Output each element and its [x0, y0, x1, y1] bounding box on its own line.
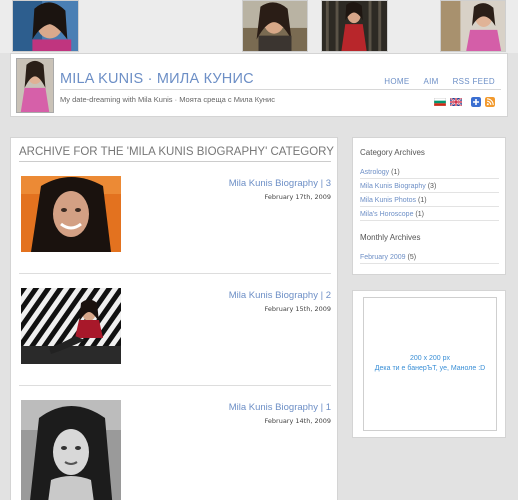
post-date: February 15th, 2009: [264, 305, 331, 313]
category-link[interactable]: Mila Kunis Biography: [360, 183, 426, 190]
banner-placeholder[interactable]: 200 x 200 px Дека ти е банерЪТ, уе, Мано…: [363, 297, 497, 431]
share-plus-icon[interactable]: [471, 97, 481, 107]
category-item-photos[interactable]: Mila Kunis Photos (1): [360, 197, 499, 207]
nav-aim[interactable]: AIM: [423, 77, 438, 86]
category-count: (3): [427, 183, 437, 190]
heading-divider: [19, 161, 331, 162]
main-nav: HOME AIM RSS FEED: [384, 77, 495, 86]
post-item: Mila Kunis Biography | 3 February 17th, …: [19, 176, 331, 274]
header-photo-1: [12, 0, 79, 52]
photo-strip: [0, 0, 518, 53]
nav-rss-feed[interactable]: RSS FEED: [453, 77, 495, 86]
category-count: (1): [417, 197, 427, 204]
bulgarian-flag-icon[interactable]: [434, 98, 446, 106]
post-thumbnail[interactable]: [21, 176, 121, 252]
post-divider: [19, 273, 331, 274]
site-tagline: My date-dreaming with Mila Kunis · Моята…: [60, 95, 275, 104]
post-item: Mila Kunis Biography | 1 February 14th, …: [19, 400, 331, 500]
month-count: (5): [407, 254, 417, 261]
category-item-horoscope[interactable]: Mila's Horoscope (1): [360, 211, 499, 221]
post-thumbnail[interactable]: [21, 400, 121, 500]
main-content: ARCHIVE FOR THE 'MILA KUNIS BIOGRAPHY' C…: [10, 137, 338, 500]
post-thumbnail[interactable]: [21, 288, 121, 364]
banner-text: Дека ти е банерЪТ, уе, Маноле :D: [374, 365, 486, 372]
category-link[interactable]: Astrology: [360, 169, 389, 176]
rss-icon[interactable]: [485, 97, 495, 107]
site-title[interactable]: MILA KUNIS · МИЛА КУНИС: [60, 71, 254, 87]
category-count: (1): [415, 211, 424, 218]
post-title-link[interactable]: Mila Kunis Biography | 3: [229, 178, 331, 189]
header-avatar: [16, 58, 54, 113]
category-item-astrology[interactable]: Astrology (1): [360, 169, 499, 179]
archives-widget: Category Archives Astrology (1) Mila Kun…: [352, 137, 506, 275]
banner-size: 200 x 200 px: [409, 355, 451, 362]
category-link[interactable]: Mila's Horoscope: [360, 211, 413, 218]
category-link[interactable]: Mila Kunis Photos: [360, 197, 416, 204]
month-link[interactable]: February 2009: [360, 254, 406, 261]
month-item-february-2009[interactable]: February 2009 (5): [360, 254, 499, 264]
post-date: February 14th, 2009: [264, 417, 331, 425]
post-divider: [19, 385, 331, 386]
category-item-biography[interactable]: Mila Kunis Biography (3): [360, 183, 499, 193]
post-date: February 17th, 2009: [264, 193, 331, 201]
category-archives-heading: Category Archives: [360, 148, 425, 157]
post-title-link[interactable]: Mila Kunis Biography | 2: [229, 290, 331, 301]
language-switcher: [434, 97, 495, 107]
post-item: Mila Kunis Biography | 2 February 15th, …: [19, 288, 331, 386]
monthly-archives-heading: Monthly Archives: [360, 233, 421, 242]
header-photo-3: [321, 0, 388, 52]
site-header: MILA KUNIS · МИЛА КУНИС My date-dreaming…: [10, 53, 508, 117]
banner-widget: 200 x 200 px Дека ти е банерЪТ, уе, Мано…: [352, 290, 506, 438]
uk-flag-icon[interactable]: [450, 98, 462, 106]
nav-home[interactable]: HOME: [384, 77, 409, 86]
category-count: (1): [391, 169, 400, 176]
archive-heading: ARCHIVE FOR THE 'MILA KUNIS BIOGRAPHY' C…: [19, 146, 334, 158]
header-divider: [60, 89, 501, 90]
header-photo-2: [242, 0, 308, 52]
header-photo-4: [440, 0, 506, 52]
post-title-link[interactable]: Mila Kunis Biography | 1: [229, 402, 331, 413]
